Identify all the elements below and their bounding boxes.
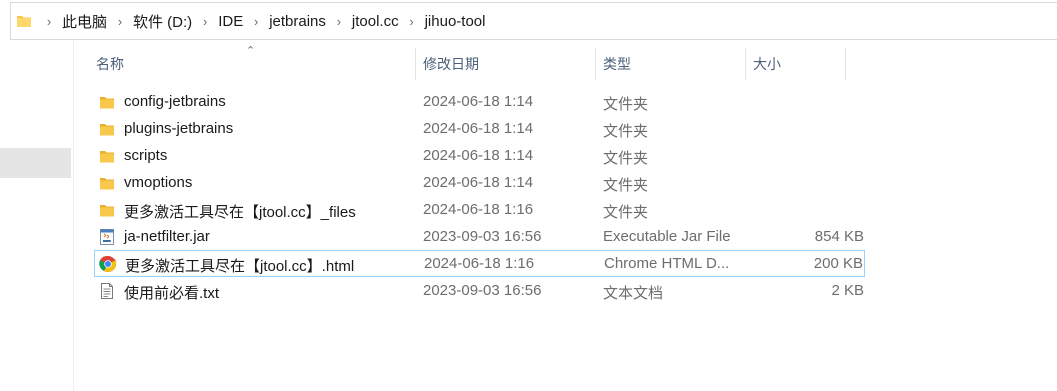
file-type: Executable Jar File <box>603 228 731 245</box>
column-divider[interactable] <box>845 48 846 80</box>
file-row[interactable]: vmoptions 2024-06-18 1:14 文件夹 <box>94 169 865 196</box>
address-bar[interactable]: › 此电脑 › 软件 (D:) › IDE › jetbrains › jtoo… <box>10 2 1057 40</box>
file-type: 文件夹 <box>603 204 649 221</box>
file-row[interactable]: plugins-jetbrains 2024-06-18 1:14 文件夹 <box>94 115 865 142</box>
file-name: config-jetbrains <box>124 93 226 110</box>
folder-icon <box>100 151 114 163</box>
navigation-pane[interactable] <box>0 40 74 391</box>
file-date: 2024-06-18 1:14 <box>423 174 534 191</box>
file-type: 文件夹 <box>603 150 649 167</box>
breadcrumb-this-pc[interactable]: 此电脑 <box>60 11 109 32</box>
file-row[interactable]: 使用前必看.txt 2023-09-03 16:56 文本文档 2 KB <box>94 277 865 304</box>
file-date: 2024-06-18 1:14 <box>423 120 534 137</box>
file-size: 2 KB <box>831 282 864 299</box>
file-date: 2023-09-03 16:56 <box>423 282 542 299</box>
chevron-right-icon[interactable]: › <box>245 14 267 29</box>
column-headers: ⌃ 名称 修改日期 类型 大小 <box>74 44 1057 80</box>
chevron-right-icon[interactable]: › <box>194 14 216 29</box>
file-type: Chrome HTML D... <box>604 255 730 272</box>
file-date: 2024-06-18 1:14 <box>423 93 534 110</box>
folder-icon <box>100 205 114 217</box>
chevron-right-icon[interactable]: › <box>401 14 423 29</box>
chevron-right-icon[interactable]: › <box>109 14 131 29</box>
file-name: 更多激活工具尽在【jtool.cc】_files <box>124 204 356 221</box>
file-date: 2024-06-18 1:16 <box>424 255 535 272</box>
breadcrumb-drive-d[interactable]: 软件 (D:) <box>131 11 194 32</box>
file-size: 200 KB <box>813 255 863 272</box>
folder-icon <box>100 178 114 190</box>
folder-icon <box>100 124 114 136</box>
text-document-icon <box>101 283 113 299</box>
nav-selected-item[interactable] <box>0 148 71 178</box>
file-size: 854 KB <box>814 228 864 245</box>
file-list: config-jetbrains 2024-06-18 1:14 文件夹 plu… <box>74 88 1057 304</box>
file-row[interactable]: ja-netfilter.jar 2023-09-03 16:56 Execut… <box>94 223 865 250</box>
breadcrumb-jtool-cc[interactable]: jtool.cc <box>350 13 401 30</box>
file-type: 文本文档 <box>603 285 664 302</box>
column-header-type[interactable]: 类型 <box>595 48 745 80</box>
file-name: ja-netfilter.jar <box>124 228 210 245</box>
file-row[interactable]: 更多激活工具尽在【jtool.cc】_files 2024-06-18 1:16… <box>94 196 865 223</box>
breadcrumb-jihuo-tool[interactable]: jihuo-tool <box>423 13 488 30</box>
file-date: 2024-06-18 1:14 <box>423 147 534 164</box>
file-date: 2024-06-18 1:16 <box>423 201 534 218</box>
breadcrumb-jetbrains[interactable]: jetbrains <box>267 13 328 30</box>
folder-icon <box>100 97 114 109</box>
file-explorer-window: › 此电脑 › 软件 (D:) › IDE › jetbrains › jtoo… <box>0 0 1057 391</box>
file-name: vmoptions <box>124 174 193 191</box>
chevron-right-icon[interactable]: › <box>38 14 60 29</box>
column-header-name[interactable]: 名称 <box>88 48 415 80</box>
file-row[interactable]: config-jetbrains 2024-06-18 1:14 文件夹 <box>94 88 865 115</box>
file-type: 文件夹 <box>603 123 649 140</box>
chevron-right-icon[interactable]: › <box>328 14 350 29</box>
java-jar-icon <box>100 229 114 245</box>
file-name: 更多激活工具尽在【jtool.cc】.html <box>125 258 355 275</box>
file-name: scripts <box>124 147 168 164</box>
breadcrumb-ide[interactable]: IDE <box>216 13 245 30</box>
folder-icon <box>17 16 31 27</box>
file-name: 使用前必看.txt <box>124 285 220 302</box>
file-row-selected[interactable]: 更多激活工具尽在【jtool.cc】.html 2024-06-18 1:16 … <box>94 250 865 277</box>
file-name: plugins-jetbrains <box>124 120 234 137</box>
column-header-size[interactable]: 大小 <box>745 48 845 80</box>
file-type: 文件夹 <box>603 177 649 194</box>
file-type: 文件夹 <box>603 96 649 113</box>
file-date: 2023-09-03 16:56 <box>423 228 542 245</box>
column-header-date[interactable]: 修改日期 <box>415 48 595 80</box>
file-row[interactable]: scripts 2024-06-18 1:14 文件夹 <box>94 142 865 169</box>
chrome-icon <box>99 255 117 272</box>
